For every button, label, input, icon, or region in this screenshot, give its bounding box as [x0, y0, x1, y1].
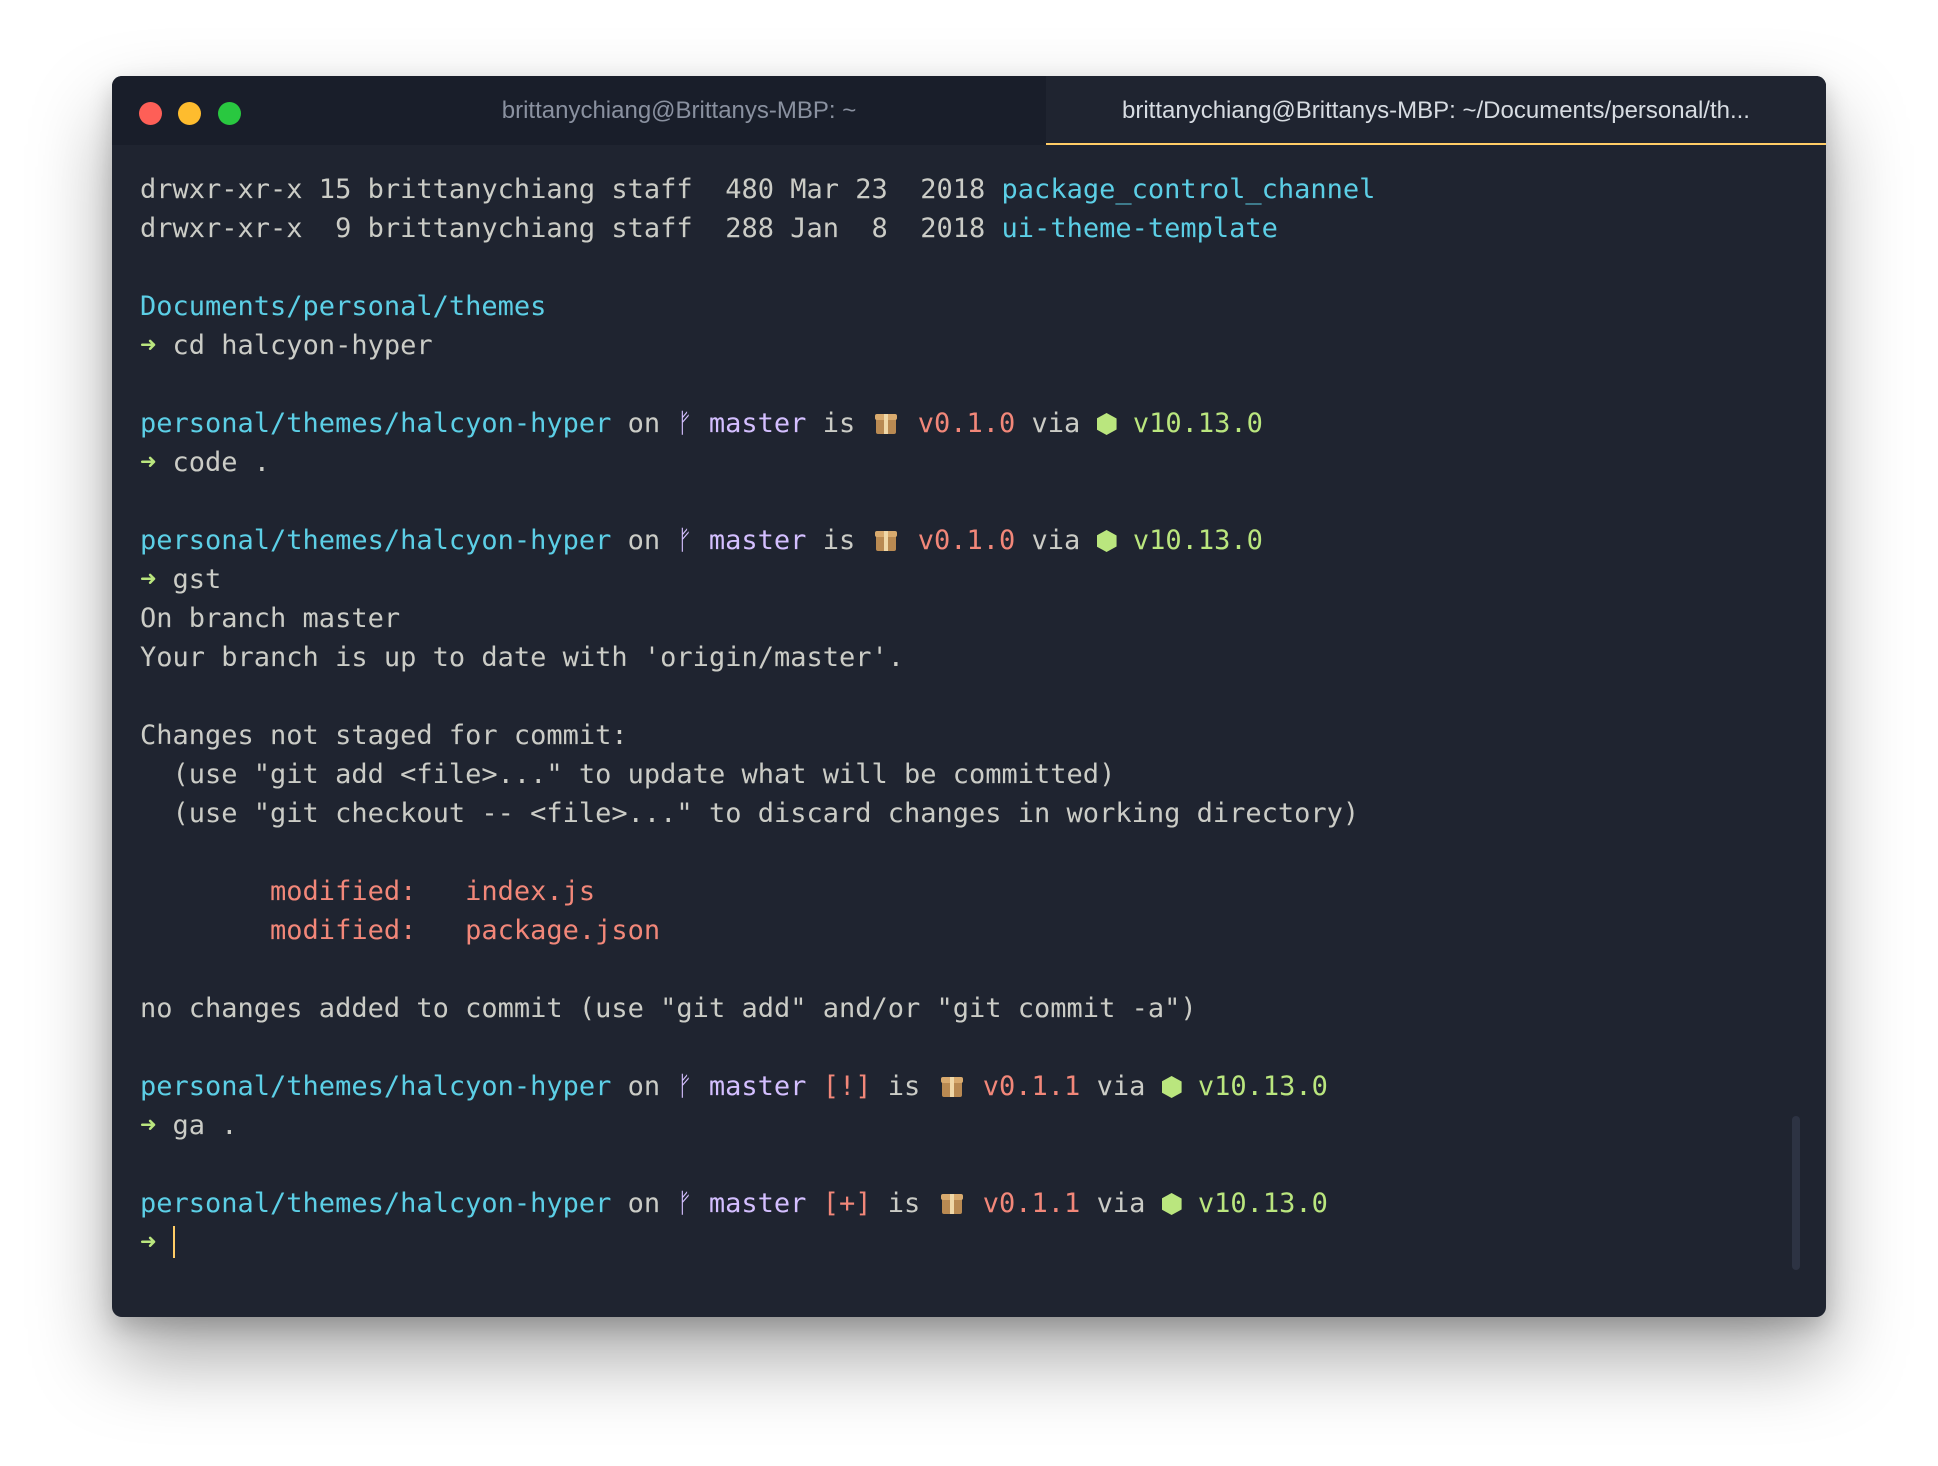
command-line: ➜ code .: [140, 443, 1786, 482]
tab-home-label: brittanychiang@Brittanys-MBP: ~: [501, 97, 857, 124]
output-line: (use "git checkout -- <file>..." to disc…: [140, 798, 1360, 829]
git-branch-icon: ᚠ: [676, 1188, 693, 1219]
package-icon: [940, 1075, 964, 1099]
prompt-path: Documents/personal/themes: [140, 291, 547, 322]
prompt-is: is: [871, 1071, 937, 1102]
prompt-line: personal/themes/halcyon-hyper on ᚠ maste…: [140, 1067, 1786, 1106]
ls-row: drwxr-xr-x 9 brittanychiang staff 288 Ja…: [140, 209, 1786, 248]
prompt-via: via: [1080, 1188, 1162, 1219]
output-line: On branch master: [140, 603, 401, 634]
node-version: v10.13.0: [1197, 1071, 1328, 1102]
package-version: v0.1.0: [917, 525, 1016, 556]
output-line: no changes added to commit (use "git add…: [140, 993, 1197, 1024]
output-line: Your branch is up to date with 'origin/m…: [140, 642, 905, 673]
modified-file: package.json: [465, 915, 661, 946]
prompt-on: on: [611, 1071, 677, 1102]
package-icon: [874, 529, 898, 553]
prompt-path: personal/themes/halcyon-hyper: [140, 1188, 612, 1219]
git-status-badge: [!]: [806, 1071, 872, 1102]
tab-home[interactable]: brittanychiang@Brittanys-MBP: ~: [112, 76, 1046, 145]
arrow-icon: ➜: [140, 330, 157, 361]
arrow-icon: ➜: [140, 447, 157, 478]
package-version: v0.1.1: [982, 1071, 1081, 1102]
modified-file-line: modified: package.json: [140, 911, 1786, 950]
git-branch-name: master: [692, 525, 807, 556]
node-version: v10.13.0: [1197, 1188, 1328, 1219]
terminal-output[interactable]: drwxr-xr-x 15 brittanychiang staff 480 M…: [140, 170, 1786, 1297]
command-line: ➜ gst: [140, 560, 1786, 599]
ls-row-meta: drwxr-xr-x 9 brittanychiang staff 288 Ja…: [140, 213, 1002, 244]
command-text: gst: [156, 564, 222, 595]
prompt-on: on: [611, 1188, 677, 1219]
command-text: ga .: [156, 1110, 238, 1141]
arrow-icon: ➜: [140, 1227, 157, 1258]
prompt-via: via: [1080, 1071, 1162, 1102]
git-branch-name: master: [692, 1071, 807, 1102]
nodejs-icon: [1161, 1193, 1182, 1215]
prompt-is: is: [806, 525, 872, 556]
prompt-line: personal/themes/halcyon-hyper on ᚠ maste…: [140, 521, 1786, 560]
modified-file: index.js: [465, 876, 596, 907]
tab-themes-label: brittanychiang@Brittanys-MBP: ~/Document…: [1122, 97, 1750, 124]
prompt-is: is: [806, 408, 872, 439]
node-version: v10.13.0: [1132, 408, 1263, 439]
terminal-window: brittanychiang@Brittanys-MBP: ~ brittany…: [112, 76, 1826, 1317]
output-line: Changes not staged for commit:: [140, 720, 628, 751]
prompt-via: via: [1015, 525, 1097, 556]
arrow-icon: ➜: [140, 564, 157, 595]
text-cursor: [172, 1226, 175, 1258]
ls-row-name: package_control_channel: [1001, 174, 1376, 205]
ls-row: drwxr-xr-x 15 brittanychiang staff 480 M…: [140, 170, 1786, 209]
prompt-path: personal/themes/halcyon-hyper: [140, 525, 612, 556]
arrow-icon: ➜: [140, 1110, 157, 1141]
package-version: v0.1.1: [982, 1188, 1081, 1219]
title-bar: brittanychiang@Brittanys-MBP: ~ brittany…: [112, 76, 1826, 145]
git-branch-icon: ᚠ: [676, 408, 693, 439]
prompt-path: personal/themes/halcyon-hyper: [140, 1071, 612, 1102]
tab-themes[interactable]: brittanychiang@Brittanys-MBP: ~/Document…: [1046, 76, 1826, 145]
command-line: ➜ cd halcyon-hyper: [140, 326, 1786, 365]
package-icon: [874, 412, 898, 436]
command-text: cd halcyon-hyper: [156, 330, 433, 361]
nodejs-icon: [1161, 1076, 1182, 1098]
prompt-via: via: [1015, 408, 1097, 439]
prompt-line: Documents/personal/themes: [140, 287, 1786, 326]
scrollbar[interactable]: [1792, 1116, 1800, 1270]
prompt-path: personal/themes/halcyon-hyper: [140, 408, 612, 439]
nodejs-icon: [1096, 413, 1117, 435]
command-line: ➜ ga .: [140, 1106, 1786, 1145]
prompt-line: personal/themes/halcyon-hyper on ᚠ maste…: [140, 404, 1786, 443]
package-version: v0.1.0: [917, 408, 1016, 439]
nodejs-icon: [1096, 530, 1117, 552]
prompt-line: personal/themes/halcyon-hyper on ᚠ maste…: [140, 1184, 1786, 1223]
modified-file-line: modified: index.js: [140, 872, 1786, 911]
prompt-on: on: [611, 525, 677, 556]
git-branch-name: master: [692, 408, 807, 439]
package-icon: [940, 1192, 964, 1216]
git-branch-icon: ᚠ: [676, 1071, 693, 1102]
prompt-is: is: [871, 1188, 937, 1219]
command-text: code .: [156, 447, 271, 478]
ls-row-meta: drwxr-xr-x 15 brittanychiang staff 480 M…: [140, 174, 1002, 205]
git-branch-name: master: [692, 1188, 807, 1219]
git-status-badge: [+]: [806, 1188, 872, 1219]
modified-label: modified:: [140, 876, 466, 907]
git-branch-icon: ᚠ: [676, 525, 693, 556]
ls-row-name: ui-theme-template: [1001, 213, 1278, 244]
output-line: (use "git add <file>..." to update what …: [140, 759, 1116, 790]
modified-label: modified:: [140, 915, 466, 946]
prompt-on: on: [611, 408, 677, 439]
input-line[interactable]: ➜: [140, 1223, 1786, 1262]
node-version: v10.13.0: [1132, 525, 1263, 556]
